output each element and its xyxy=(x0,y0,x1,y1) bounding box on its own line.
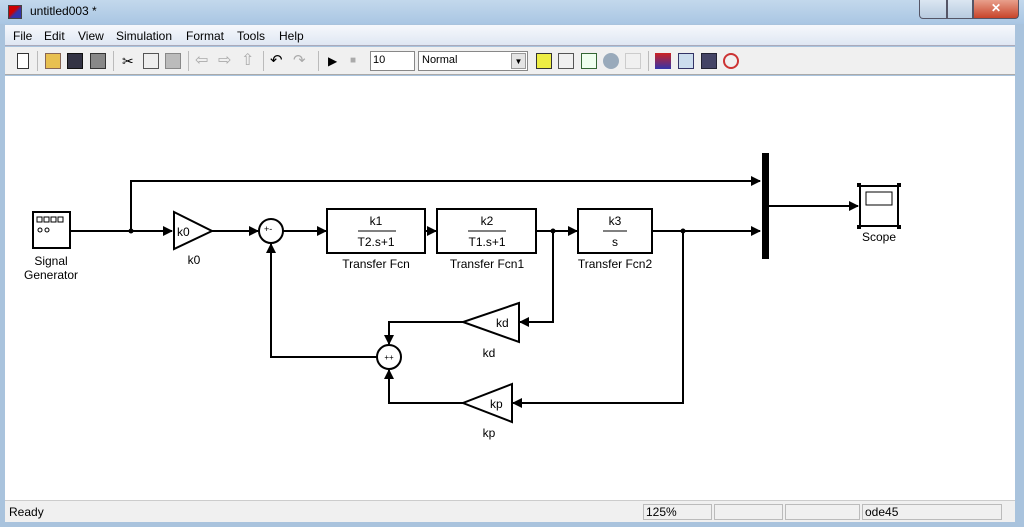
gain-kd-block[interactable] xyxy=(459,301,520,344)
sum1-signs: ++ xyxy=(384,353,394,362)
status-field-empty xyxy=(714,504,783,520)
toolbar-separator xyxy=(318,51,319,71)
update-icon[interactable] xyxy=(581,53,597,69)
tf2-num: k3 xyxy=(609,214,622,228)
title-bar: untitled003 * ✕ xyxy=(0,0,1024,24)
status-field-empty-2 xyxy=(785,504,860,520)
simulation-mode-select[interactable]: Normal ▼ xyxy=(418,51,528,71)
menu-file[interactable]: File xyxy=(13,29,32,43)
menu-edit[interactable]: Edit xyxy=(44,29,65,43)
close-button[interactable]: ✕ xyxy=(973,0,1019,19)
help-icon[interactable] xyxy=(723,53,739,69)
copy-icon[interactable] xyxy=(143,53,159,69)
back-icon[interactable]: ⇦ xyxy=(195,53,211,69)
menu-help[interactable]: Help xyxy=(279,29,304,43)
scope-label: Scope xyxy=(862,230,896,244)
toolbar-separator xyxy=(37,51,38,71)
undo-icon[interactable]: ↶ xyxy=(270,53,286,69)
tf1-num: k2 xyxy=(481,214,494,228)
signal-generator-label-2: Generator xyxy=(24,268,78,282)
simulink-icon xyxy=(8,5,22,19)
toolbar: ✂ ⇦ ⇨ ⇧ ↶ ↷ ▶ ■ 10 Normal ▼ xyxy=(5,47,1015,75)
maximize-button[interactable] xyxy=(947,0,973,19)
branch-point xyxy=(550,228,556,234)
chevron-down-icon[interactable]: ▼ xyxy=(511,53,526,69)
forward-icon[interactable]: ⇨ xyxy=(218,53,234,69)
tf1-den: T1.s+1 xyxy=(468,235,505,249)
tf1-label: Transfer Fcn1 xyxy=(450,257,525,271)
tf-num: k1 xyxy=(370,214,383,228)
gain-kp-label: kp xyxy=(483,426,496,440)
tf2-den: s xyxy=(612,235,618,249)
open-icon[interactable] xyxy=(45,53,61,69)
menu-format[interactable]: Format xyxy=(186,29,224,43)
find-icon[interactable] xyxy=(678,53,694,69)
model-explorer-icon[interactable] xyxy=(603,53,619,69)
mux-block[interactable] xyxy=(762,153,769,259)
branch-point xyxy=(680,228,686,234)
tf2-label: Transfer Fcn2 xyxy=(578,257,653,271)
menu-view[interactable]: View xyxy=(78,29,104,43)
toolbar-separator xyxy=(263,51,264,71)
minimize-button[interactable] xyxy=(919,0,947,19)
cut-icon[interactable]: ✂ xyxy=(122,53,138,69)
new-icon[interactable] xyxy=(17,53,29,69)
build-icon[interactable] xyxy=(536,53,552,69)
signal-generator-block[interactable] xyxy=(32,211,71,249)
save-icon[interactable] xyxy=(67,53,83,69)
gain-kd-label: kd xyxy=(483,346,496,360)
tf-den: T2.s+1 xyxy=(357,235,394,249)
signal-generator-label: Signal xyxy=(34,254,67,268)
redo-icon[interactable]: ↷ xyxy=(293,53,309,69)
menu-bar: File Edit View Simulation Format Tools H… xyxy=(5,25,1015,46)
tf-label: Transfer Fcn xyxy=(342,257,410,271)
gain-k0-label: k0 xyxy=(188,253,201,267)
print-icon[interactable] xyxy=(90,53,106,69)
stop-icon[interactable]: ■ xyxy=(350,53,366,69)
toolbar-separator xyxy=(188,51,189,71)
gain-kp-block[interactable] xyxy=(460,382,513,424)
debug-icon[interactable] xyxy=(625,53,641,69)
toolbar-separator xyxy=(648,51,649,71)
paste-icon[interactable] xyxy=(165,53,181,69)
gain-kp-text: kp xyxy=(490,397,503,411)
stop-time-input[interactable]: 10 xyxy=(370,51,415,71)
gain-k0-text: k0 xyxy=(177,225,190,239)
gain-kd-text: kd xyxy=(496,316,509,330)
branch-point xyxy=(128,228,134,234)
sum-signs: +- xyxy=(264,224,272,234)
window-title: untitled003 * xyxy=(30,4,97,18)
status-text: Ready xyxy=(9,505,44,519)
mode-value: Normal xyxy=(422,54,458,66)
model-canvas[interactable]: Signal Generator k0 k0 +- k1 T2.s+1 Tran… xyxy=(5,76,1015,500)
menu-simulation[interactable]: Simulation xyxy=(116,29,172,43)
library-browser-icon[interactable] xyxy=(655,53,671,69)
toolbar-separator xyxy=(113,51,114,71)
play-icon[interactable]: ▶ xyxy=(328,53,344,69)
library-icon[interactable] xyxy=(558,53,574,69)
status-bar: Ready 125% ode45 xyxy=(5,500,1015,522)
menu-tools[interactable]: Tools xyxy=(237,29,265,43)
zoom-level: 125% xyxy=(643,504,712,520)
solver-name: ode45 xyxy=(862,504,1002,520)
properties-icon[interactable] xyxy=(701,53,717,69)
up-icon[interactable]: ⇧ xyxy=(241,53,257,69)
scope-block[interactable] xyxy=(857,183,901,229)
